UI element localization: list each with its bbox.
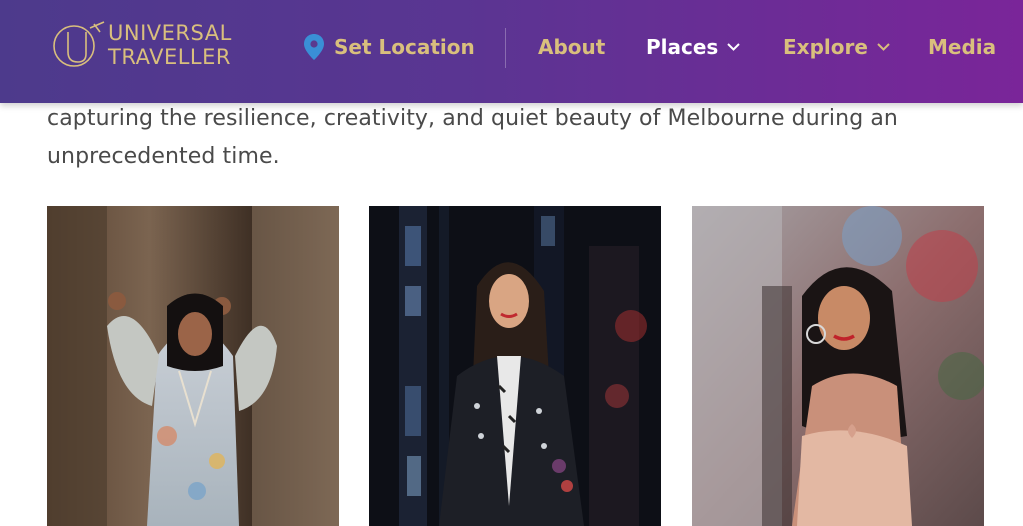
photo-woman-floral-dress-tree[interactable]: [47, 206, 339, 526]
intro-paragraph: capturing the resilience, creativity, an…: [47, 106, 898, 169]
logo-text-traveller: TRAVELLER: [108, 45, 231, 69]
location-pin-icon: [304, 34, 324, 60]
nav-divider: [505, 28, 506, 68]
nav-places[interactable]: Places: [646, 32, 741, 62]
nav-explore-label: Explore: [783, 35, 868, 59]
nav-places-label: Places: [646, 35, 719, 59]
monogram-logo-icon: [53, 21, 105, 67]
chevron-down-icon: [727, 43, 741, 51]
logo-text-universal: UNIVERSAL: [108, 21, 232, 45]
nav-about-label: About: [538, 35, 606, 59]
nav-explore[interactable]: Explore: [783, 32, 890, 62]
set-location-label: Set Location: [334, 35, 475, 59]
set-location-link[interactable]: Set Location: [303, 32, 475, 62]
site-logo[interactable]: UNIVERSAL TRAVELLER: [50, 18, 240, 74]
nav-media[interactable]: Media: [928, 32, 996, 62]
site-header: UNIVERSAL TRAVELLER Set Location About P…: [0, 0, 1023, 103]
photo-woman-leather-jacket-night[interactable]: [369, 206, 661, 526]
photo-woman-pink-top-graffiti[interactable]: [692, 206, 984, 526]
nav-about[interactable]: About: [538, 32, 605, 62]
chevron-down-icon: [877, 43, 890, 51]
nav-media-label: Media: [928, 35, 997, 59]
